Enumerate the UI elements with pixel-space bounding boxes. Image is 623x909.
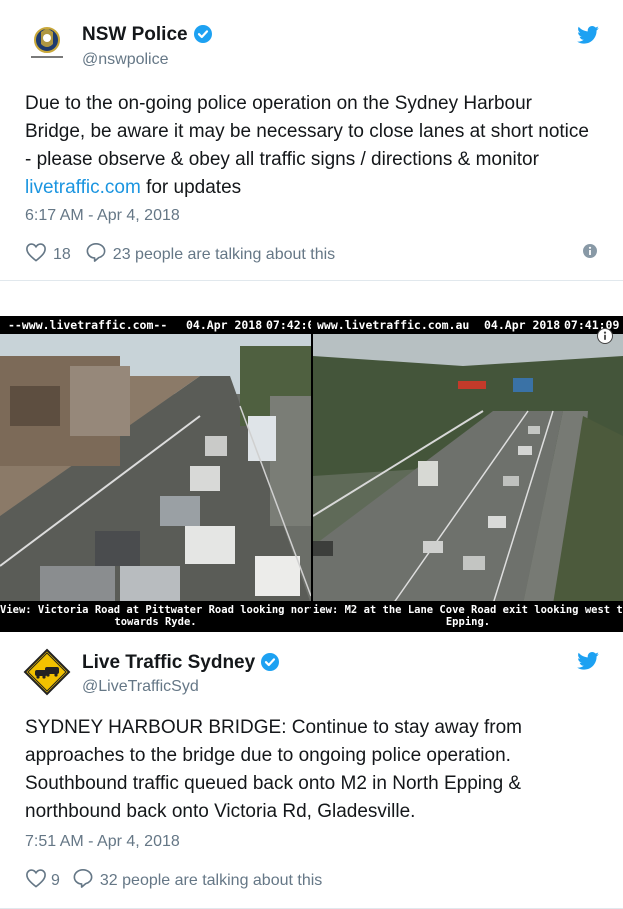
camera-info-icon[interactable] xyxy=(597,328,613,344)
author-handle[interactable]: @LiveTrafficSyd xyxy=(82,678,199,696)
like-count[interactable]: 9 xyxy=(51,872,60,890)
talking-count[interactable]: 32 people are talking about this xyxy=(100,872,322,890)
tweet-text: SYDNEY HARBOUR BRIDGE: Continue to stay … xyxy=(25,717,522,822)
verified-icon xyxy=(193,25,212,49)
reply-icon[interactable] xyxy=(72,868,94,893)
livetraffic-link[interactable]: livetraffic.com xyxy=(25,177,141,198)
author-name-text[interactable]: Live Traffic Sydney xyxy=(82,652,255,673)
talking-count[interactable]: 23 people are talking about this xyxy=(113,246,335,264)
camera-image-m2[interactable]: www.livetraffic.com.au 04.Apr 2018 07:41… xyxy=(313,316,623,632)
camera-caption-line: iew: M2 at the Lane Cove Road exit looki… xyxy=(313,604,623,616)
tweet-text-part: Due to the on-going police operation on … xyxy=(25,93,589,170)
verified-icon xyxy=(261,653,280,677)
tweet-text-part: for updates xyxy=(140,177,242,198)
camera-image-victoria-road[interactable]: --www.livetraffic.com-- 04.Apr 2018 07:4… xyxy=(0,316,311,632)
tweet-live-traffic-sydney: Live Traffic Sydney @LiveTrafficSyd SYDN… xyxy=(0,632,623,909)
nsw-police-badge-icon[interactable] xyxy=(25,22,69,66)
traffic-sign-icon[interactable] xyxy=(23,648,71,696)
tweet-actions: 18 23 people are talking about this xyxy=(25,242,335,267)
tweet-actions: 9 32 people are talking about this xyxy=(25,868,322,893)
camera-date: 04.Apr 2018 xyxy=(484,318,561,332)
camera-caption-line: Epping. xyxy=(445,616,491,628)
author-name[interactable]: NSW Police xyxy=(82,24,212,49)
tweet-nsw-police: NSW Police @nswpolice Due to the on-goin… xyxy=(0,0,623,281)
camera-site: --www.livetraffic.com-- xyxy=(8,318,168,332)
author-name-text[interactable]: NSW Police xyxy=(82,24,188,45)
tweet-timestamp[interactable]: 7:51 AM - Apr 4, 2018 xyxy=(25,833,180,851)
camera-date: 04.Apr 2018 xyxy=(186,318,263,332)
camera-caption-line: towards Ryde. xyxy=(114,616,197,628)
heart-icon[interactable] xyxy=(25,868,47,893)
author-handle[interactable]: @nswpolice xyxy=(82,51,169,69)
author-name[interactable]: Live Traffic Sydney xyxy=(82,652,280,677)
info-icon[interactable] xyxy=(583,244,597,263)
like-count[interactable]: 18 xyxy=(53,246,71,264)
heart-icon[interactable] xyxy=(25,242,47,267)
camera-caption-line: View: Victoria Road at Pittwater Road lo… xyxy=(0,604,311,616)
camera-time: 07:42:0 xyxy=(266,318,311,332)
tweet-text: Due to the on-going police operation on … xyxy=(25,90,590,202)
camera-header: --www.livetraffic.com-- 04.Apr 2018 07:4… xyxy=(0,316,311,334)
camera-site: www.livetraffic.com.au xyxy=(317,318,470,332)
camera-caption: View: Victoria Road at Pittwater Road lo… xyxy=(0,601,311,632)
twitter-bird-icon[interactable] xyxy=(577,652,599,675)
tweet-timestamp[interactable]: 6:17 AM - Apr 4, 2018 xyxy=(25,207,180,225)
camera-caption: iew: M2 at the Lane Cove Road exit looki… xyxy=(313,601,623,632)
reply-icon[interactable] xyxy=(85,242,107,267)
traffic-camera-images[interactable]: --www.livetraffic.com-- 04.Apr 2018 07:4… xyxy=(0,316,623,632)
twitter-bird-icon[interactable] xyxy=(577,26,599,49)
camera-header: www.livetraffic.com.au 04.Apr 2018 07:41… xyxy=(313,316,623,334)
